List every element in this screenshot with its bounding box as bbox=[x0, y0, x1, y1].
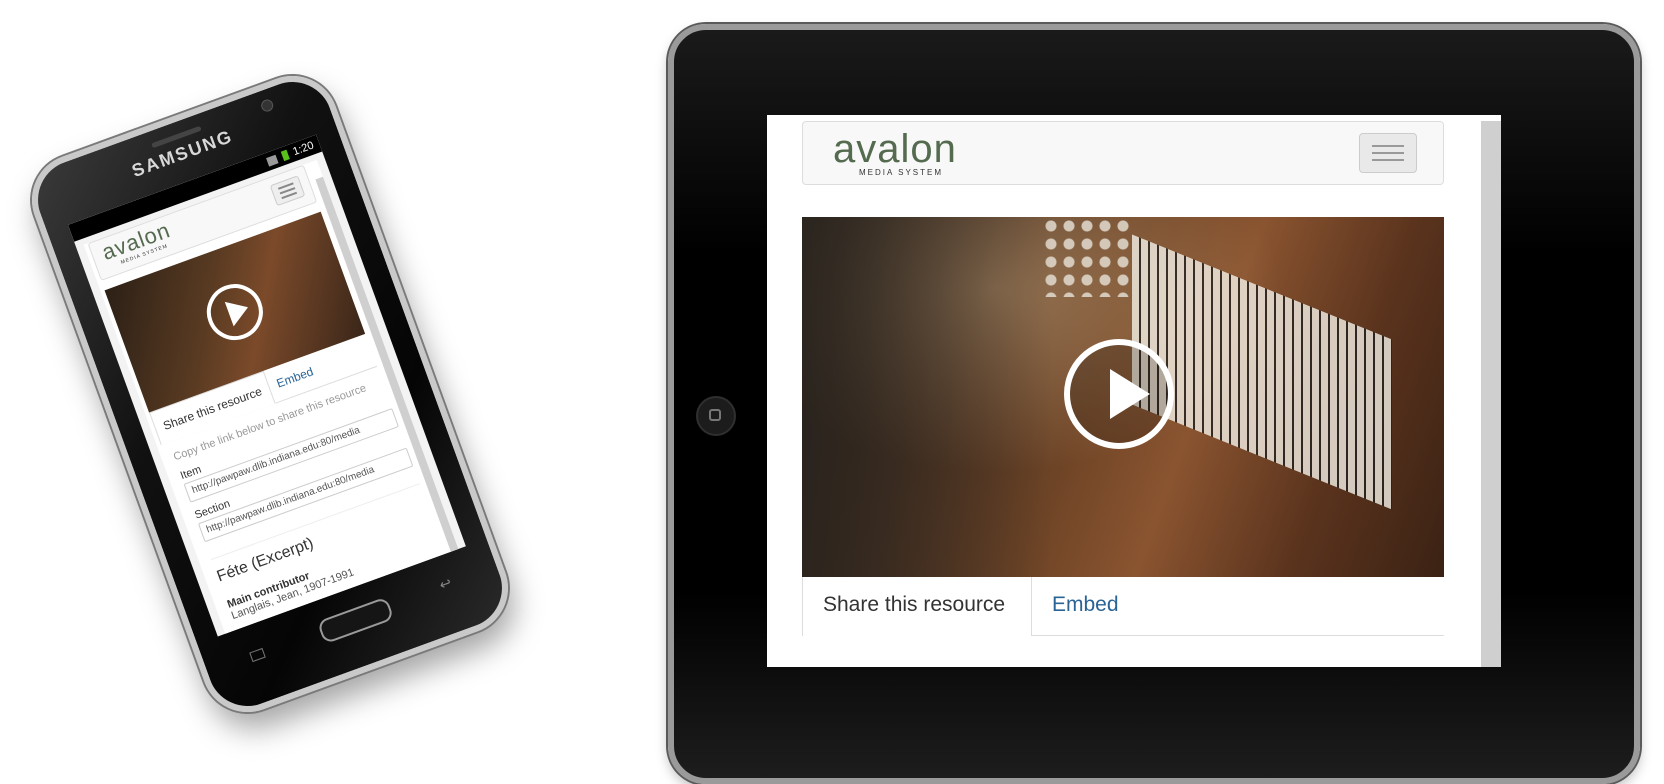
status-time: 1:20 bbox=[291, 139, 316, 159]
resource-tabs: Share this resource Embed bbox=[802, 577, 1444, 636]
play-icon[interactable] bbox=[198, 276, 271, 348]
play-icon[interactable] bbox=[1064, 339, 1174, 449]
organ-pipes-image bbox=[1042, 217, 1132, 297]
signal-icon bbox=[265, 154, 278, 167]
menu-bar-icon bbox=[1372, 145, 1404, 147]
hamburger-menu-button[interactable] bbox=[269, 175, 306, 207]
phone-web-page: avalon MEDIA SYSTEM Share this resource … bbox=[83, 159, 461, 637]
avalon-logo[interactable]: avalon bbox=[833, 126, 957, 172]
tablet-home-button[interactable] bbox=[696, 396, 736, 436]
scrollbar[interactable] bbox=[1481, 121, 1501, 667]
tab-share[interactable]: Share this resource bbox=[802, 577, 1032, 636]
back-arrow-icon[interactable]: ↩ bbox=[437, 574, 455, 593]
logo-subtitle: MEDIA SYSTEM bbox=[859, 168, 944, 177]
tablet-screen: avalon MEDIA SYSTEM Share this resource … bbox=[767, 115, 1501, 667]
organ-keyboard-image bbox=[1132, 234, 1392, 510]
menu-bar-icon bbox=[1372, 159, 1404, 161]
phone-home-button[interactable] bbox=[316, 596, 395, 645]
tablet-device: avalon MEDIA SYSTEM Share this resource … bbox=[668, 24, 1640, 784]
phone-menu-key-icon[interactable] bbox=[249, 647, 266, 663]
smartphone-device: SAMSUNG 1:20 avalon MEDIA SYSTEM Share t… bbox=[19, 63, 521, 725]
phone-screen: 1:20 avalon MEDIA SYSTEM Share this reso… bbox=[67, 134, 466, 637]
hamburger-menu-button[interactable] bbox=[1359, 133, 1417, 173]
battery-icon bbox=[280, 149, 290, 162]
tab-embed[interactable]: Embed bbox=[1032, 577, 1139, 635]
site-header: avalon MEDIA SYSTEM bbox=[802, 121, 1444, 185]
organist-silhouette-image bbox=[802, 217, 1052, 577]
video-player[interactable] bbox=[802, 217, 1444, 577]
menu-bar-icon bbox=[1372, 152, 1404, 154]
